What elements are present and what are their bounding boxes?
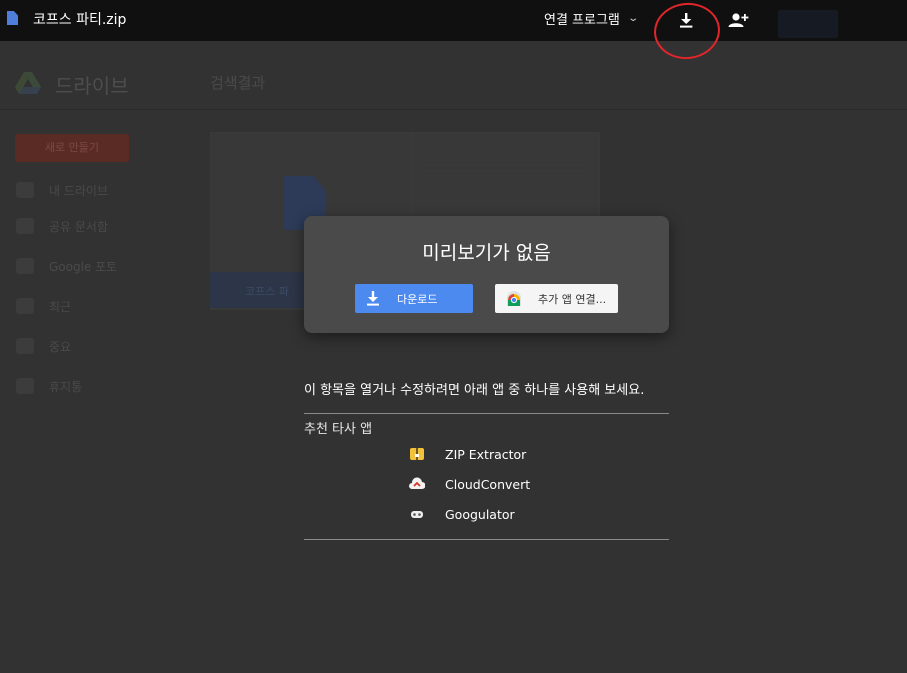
clock-icon — [16, 298, 34, 314]
sidebar-item-my-drive: 내 드라이브 — [16, 179, 108, 201]
googulator-icon — [411, 511, 423, 518]
my-drive-icon — [16, 182, 34, 198]
connect-more-apps-button[interactable]: 추가 앱 연결... — [495, 284, 618, 313]
file-title: 코프스 파티.zip — [33, 12, 127, 28]
sidebar-item-label: 휴지통 — [49, 379, 83, 394]
app-item-cloudconvert[interactable]: CloudConvert — [409, 474, 530, 494]
file-icon — [7, 11, 18, 25]
search-results-title: 검색결과 — [210, 74, 266, 92]
open-with-label: 연결 프로그램 — [544, 13, 620, 28]
trash-icon — [16, 378, 34, 394]
share-button[interactable] — [725, 8, 751, 32]
sidebar-item-shared: 공유 문서함 — [16, 215, 108, 237]
open-help-message: 이 항목을 열거나 수정하려면 아래 앱 중 하나를 사용해 보세요. — [304, 383, 645, 398]
app-name: CloudConvert — [445, 476, 531, 492]
app-item-googulator[interactable]: Googulator — [409, 504, 515, 524]
chrome-store-icon — [507, 291, 521, 306]
no-preview-dialog: 미리보기가 없음 다운로드 추가 앱 연결... — [304, 216, 669, 333]
app-name: Googulator — [445, 506, 515, 522]
drive-background: 드라이브 검색결과 새로 만들기 내 드라이브 공유 문서함 Google 포토… — [0, 0, 907, 673]
open-with-button[interactable]: 연결 프로그램 ⌄ — [544, 9, 639, 28]
download-icon — [680, 13, 693, 28]
star-icon — [16, 338, 34, 354]
recommended-apps-label: 추천 타사 앱 — [304, 422, 373, 437]
new-button: 새로 만들기 — [15, 134, 129, 162]
app-item-zip-extractor[interactable]: ZIP Extractor — [409, 444, 526, 464]
sidebar-item-starred: 중요 — [16, 335, 71, 357]
sidebar-item-label: Google 포토 — [49, 259, 118, 274]
background-header — [0, 41, 907, 110]
sidebar-item-label: 공유 문서함 — [49, 219, 109, 234]
sidebar-item-label: 내 드라이브 — [49, 183, 109, 198]
file-card-label: 코프스 파 — [245, 285, 289, 298]
sidebar-item-label: 최근 — [49, 299, 72, 314]
dialog-download-button[interactable]: 다운로드 — [355, 284, 473, 313]
download-icon — [367, 291, 379, 306]
divider — [304, 413, 669, 414]
sidebar-item-label: 중요 — [49, 339, 72, 354]
doc-thumbnail — [418, 140, 588, 220]
app-name: ZIP Extractor — [445, 446, 527, 462]
background-share-button — [778, 10, 838, 38]
cloudconvert-icon — [409, 477, 425, 489]
drive-app-name: 드라이브 — [55, 74, 129, 98]
viewer-topbar: 코프스 파티.zip 연결 프로그램 ⌄ — [0, 0, 907, 41]
download-button[interactable] — [673, 8, 699, 32]
dialog-title: 미리보기가 없음 — [422, 242, 551, 264]
sidebar-item-trash: 휴지통 — [16, 375, 82, 397]
chevron-down-icon: ⌄ — [627, 13, 639, 24]
divider — [304, 539, 669, 540]
zip-extractor-icon — [410, 448, 424, 460]
sidebar-item-recent: 최근 — [16, 295, 71, 317]
download-label: 다운로드 — [397, 293, 438, 306]
add-person-icon — [728, 13, 749, 27]
shared-icon — [16, 218, 34, 234]
sidebar-item-photos: Google 포토 — [16, 255, 117, 277]
more-apps-label: 추가 앱 연결... — [538, 293, 607, 306]
photos-icon — [16, 258, 34, 274]
drive-logo-icon — [15, 72, 41, 94]
